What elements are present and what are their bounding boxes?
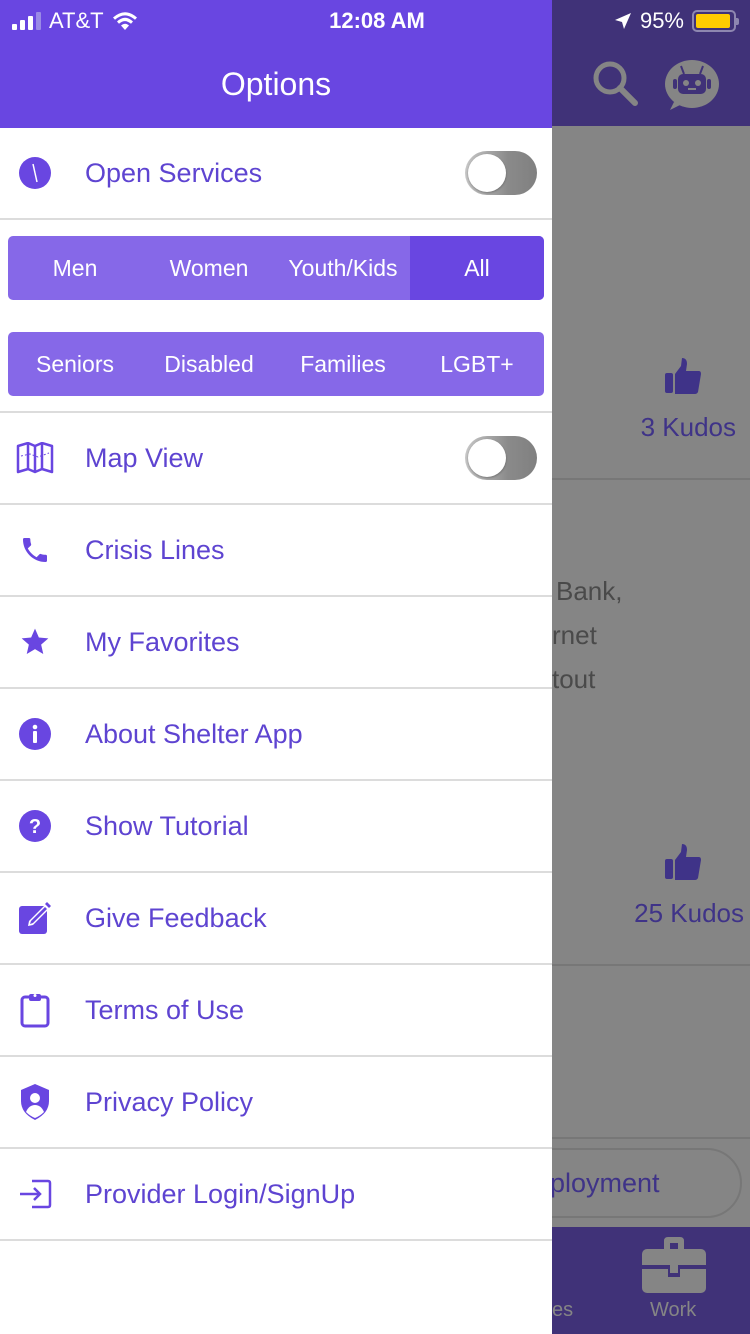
drawer-title: Options <box>220 66 332 102</box>
category-pill-label: ployment <box>550 1168 660 1198</box>
divider <box>552 1137 750 1139</box>
menu-item-label: Provider Login/SignUp <box>85 1178 356 1209</box>
segment-lgbt[interactable]: LGBT+ <box>410 332 544 396</box>
segment-disabled[interactable]: Disabled <box>142 332 276 396</box>
segment-families[interactable]: Families <box>276 332 410 396</box>
map-view-toggle[interactable] <box>465 436 537 480</box>
menu-item-label: About Shelter App <box>85 718 303 749</box>
menu-item-label: Give Feedback <box>85 902 267 933</box>
background-text: tout <box>552 664 596 694</box>
menu-item-feedback[interactable]: Give Feedback <box>0 873 552 965</box>
menu-item-label: My Favorites <box>85 626 240 657</box>
segment-seniors[interactable]: Seniors <box>8 332 142 396</box>
thumbs-up-icon[interactable] <box>663 842 703 882</box>
audience-filter: Men Women Youth/Kids All <box>8 236 544 300</box>
menu-item-privacy[interactable]: Privacy Policy <box>0 1057 552 1149</box>
tab-work-label[interactable]: Work <box>650 1299 696 1322</box>
map-view-row: Map View <box>0 413 552 505</box>
kudos-count: 3 Kudos <box>640 412 736 442</box>
map-view-label: Map View <box>85 442 204 473</box>
clipboard-icon <box>16 991 54 1029</box>
open-services-toggle[interactable] <box>465 151 537 195</box>
group-filter: Seniors Disabled Families LGBT+ <box>8 332 544 396</box>
open-services-label: Open Services <box>85 157 263 188</box>
star-icon <box>16 623 54 661</box>
menu-item-about[interactable]: About Shelter App <box>0 689 552 781</box>
map-icon <box>16 439 54 477</box>
menu-item-label: Terms of Use <box>85 994 245 1025</box>
menu-item-my-favorites[interactable]: My Favorites <box>0 597 552 689</box>
segment-all[interactable]: All <box>410 236 544 300</box>
kudos-count: 25 Kudos <box>634 898 744 928</box>
edit-icon <box>16 899 54 937</box>
battery-percent: 95% <box>639 8 684 33</box>
menu-item-label: Show Tutorial <box>85 810 249 841</box>
open-services-row: Open Services <box>0 128 552 220</box>
clock-icon <box>16 154 54 192</box>
tab-label[interactable]: es <box>552 1299 573 1322</box>
svg-text:?: ? <box>29 816 41 838</box>
chatbot-icon[interactable] <box>664 58 720 110</box>
location-icon <box>614 13 631 29</box>
segment-men[interactable]: Men <box>8 236 142 300</box>
menu-item-tutorial[interactable]: ? Show Tutorial <box>0 781 552 873</box>
menu-item-provider-login[interactable]: Provider Login/SignUp <box>0 1149 552 1241</box>
segment-women[interactable]: Women <box>142 236 276 300</box>
segment-youth-kids[interactable]: Youth/Kids <box>276 236 410 300</box>
help-icon: ? <box>16 807 54 845</box>
battery-icon <box>692 10 739 32</box>
briefcase-icon[interactable] <box>642 1237 706 1293</box>
menu-item-crisis-lines[interactable]: Crisis Lines <box>0 505 552 597</box>
menu-item-label: Privacy Policy <box>85 1086 254 1117</box>
login-icon <box>16 1175 54 1213</box>
shield-user-icon <box>16 1083 54 1121</box>
menu-item-label: Crisis Lines <box>85 534 225 565</box>
background-text: Bank, <box>556 576 623 606</box>
menu-item-terms[interactable]: Terms of Use <box>0 965 552 1057</box>
info-icon <box>16 715 54 753</box>
divider <box>552 964 750 966</box>
thumbs-up-icon[interactable] <box>663 356 703 396</box>
phone-icon <box>16 531 54 569</box>
divider <box>552 478 750 480</box>
status-bar: AT&T 12:08 AM 95% <box>0 0 750 40</box>
background-text: rnet <box>552 620 597 650</box>
search-icon[interactable] <box>590 58 640 108</box>
options-drawer: Options Open Services Men Women Youth/Ki… <box>0 0 552 1334</box>
